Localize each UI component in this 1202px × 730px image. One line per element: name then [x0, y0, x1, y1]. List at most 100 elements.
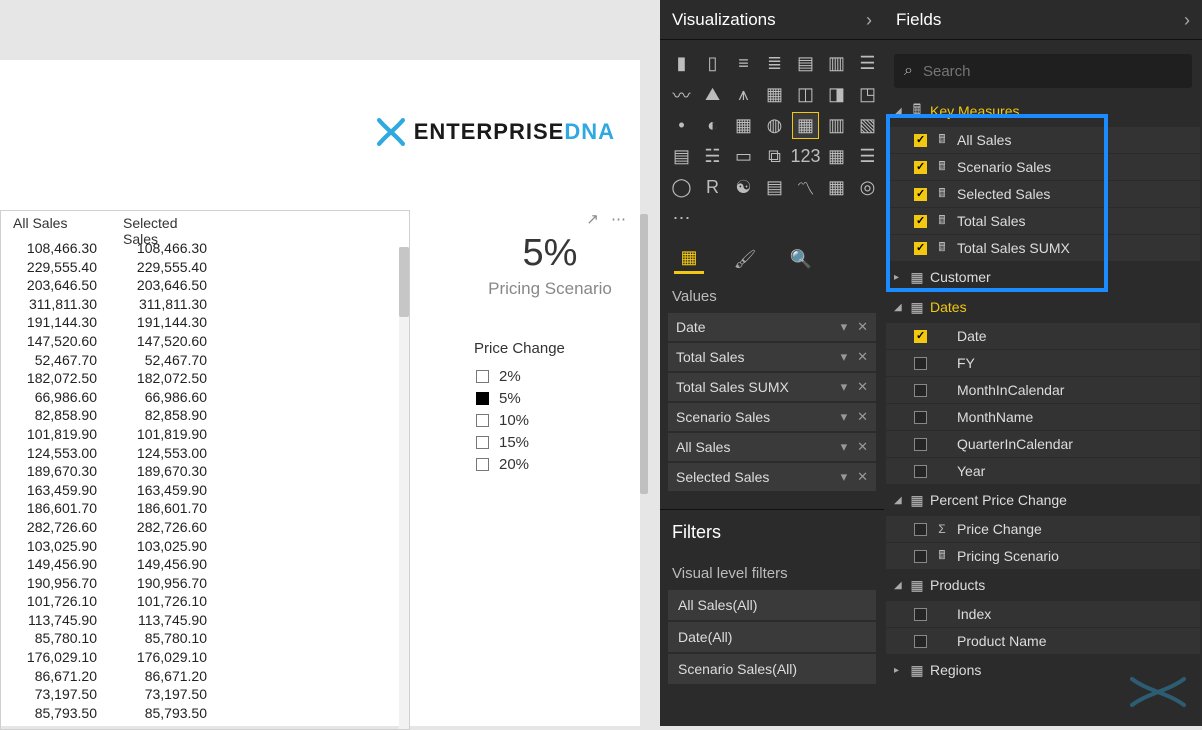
- checkbox[interactable]: [914, 215, 927, 228]
- checkbox-icon[interactable]: [476, 392, 489, 405]
- visual-type-icon[interactable]: 〰: [668, 81, 695, 108]
- remove-icon[interactable]: ✕: [857, 469, 868, 485]
- table-row[interactable]: 66,986.6066,986.60: [1, 388, 409, 407]
- remove-icon[interactable]: ✕: [857, 439, 868, 455]
- table-row[interactable]: 101,819.90101,819.90: [1, 425, 409, 444]
- table-row[interactable]: 229,555.40229,555.40: [1, 258, 409, 277]
- field-item[interactable]: Year: [886, 458, 1200, 484]
- visual-type-icon[interactable]: ◨: [823, 81, 850, 108]
- table-row[interactable]: 103,025.90103,025.90: [1, 537, 409, 556]
- slicer-option[interactable]: 10%: [474, 409, 644, 431]
- table-row[interactable]: 101,726.10101,726.10: [1, 592, 409, 611]
- visual-type-icon[interactable]: ▮: [668, 50, 695, 77]
- visual-type-icon[interactable]: ▤: [761, 174, 788, 201]
- field-item[interactable]: MonthName: [886, 404, 1200, 430]
- field-item[interactable]: Index: [886, 601, 1200, 627]
- field-item[interactable]: 🖩Scenario Sales: [886, 154, 1200, 180]
- field-group-header[interactable]: ◢▦Products: [884, 570, 1202, 600]
- visual-type-icon[interactable]: ◫: [792, 81, 819, 108]
- checkbox-icon[interactable]: [476, 436, 489, 449]
- checkbox[interactable]: [914, 550, 927, 563]
- table-row[interactable]: 85,793.5085,793.50: [1, 704, 409, 723]
- checkbox[interactable]: [914, 357, 927, 370]
- visual-type-icon[interactable]: ◍: [761, 112, 788, 139]
- chevron-down-icon[interactable]: ▾: [841, 439, 848, 455]
- field-group-header[interactable]: ◢▦Percent Price Change: [884, 485, 1202, 515]
- chevron-down-icon[interactable]: ▾: [841, 469, 848, 485]
- checkbox[interactable]: [914, 635, 927, 648]
- table-row[interactable]: 189,670.30189,670.30: [1, 462, 409, 481]
- field-group-header[interactable]: ◢▦Dates: [884, 292, 1202, 322]
- field-item[interactable]: 🖩All Sales: [886, 127, 1200, 153]
- visual-type-icon[interactable]: ☵: [699, 143, 726, 170]
- fields-header[interactable]: Fields ›: [884, 0, 1202, 40]
- table-row[interactable]: 149,456.90149,456.90: [1, 555, 409, 574]
- visual-type-icon[interactable]: ◎: [854, 174, 881, 201]
- table-row[interactable]: 311,811.30311,811.30: [1, 295, 409, 314]
- fields-tab-icon[interactable]: ▦: [674, 244, 704, 274]
- visual-type-icon[interactable]: ▤: [668, 143, 695, 170]
- table-row[interactable]: 113,745.90113,745.90: [1, 611, 409, 630]
- slicer-option[interactable]: 5%: [474, 387, 644, 409]
- field-item[interactable]: MonthInCalendar: [886, 377, 1200, 403]
- field-well[interactable]: Selected Sales▾✕: [668, 463, 876, 491]
- visual-type-icon[interactable]: ⧉: [761, 143, 788, 170]
- visual-type-icon[interactable]: ≣: [761, 50, 788, 77]
- table-row[interactable]: 86,671.2086,671.20: [1, 667, 409, 686]
- visual-type-icon[interactable]: ☰: [854, 50, 881, 77]
- remove-icon[interactable]: ✕: [857, 319, 868, 335]
- checkbox[interactable]: [914, 411, 927, 424]
- chevron-down-icon[interactable]: ▾: [841, 379, 848, 395]
- field-item[interactable]: 🖩Pricing Scenario: [886, 543, 1200, 569]
- table-row[interactable]: 124,553.00124,553.00: [1, 444, 409, 463]
- remove-icon[interactable]: ✕: [857, 379, 868, 395]
- checkbox-icon[interactable]: [476, 414, 489, 427]
- visual-type-icon[interactable]: 123: [792, 143, 819, 170]
- slicer-option[interactable]: 2%: [474, 365, 644, 387]
- field-group-header[interactable]: ◢🖩Key Measures: [884, 96, 1202, 126]
- filter-item[interactable]: Date(All): [668, 622, 876, 652]
- field-item[interactable]: 🖩Total Sales: [886, 208, 1200, 234]
- field-item[interactable]: Product Name: [886, 628, 1200, 654]
- table-row[interactable]: 203,646.50203,646.50: [1, 276, 409, 295]
- analytics-tab-icon[interactable]: 🔍: [786, 244, 816, 274]
- chevron-right-icon[interactable]: ›: [1184, 0, 1190, 40]
- field-well[interactable]: Date▾✕: [668, 313, 876, 341]
- checkbox-icon[interactable]: [476, 370, 489, 383]
- visual-type-icon[interactable]: ☯: [730, 174, 757, 201]
- visualizations-header[interactable]: Visualizations ›: [660, 0, 884, 40]
- visual-type-icon[interactable]: ▤: [792, 50, 819, 77]
- visual-header-icons[interactable]: ↗ ⋯: [586, 210, 630, 228]
- table-row[interactable]: 82,858.9082,858.90: [1, 406, 409, 425]
- table-row[interactable]: 163,459.90163,459.90: [1, 481, 409, 500]
- field-item[interactable]: Date: [886, 323, 1200, 349]
- visual-type-icon[interactable]: ▥: [823, 112, 850, 139]
- table-row[interactable]: 73,197.5073,197.50: [1, 685, 409, 704]
- field-well[interactable]: Total Sales▾✕: [668, 343, 876, 371]
- checkbox[interactable]: [914, 330, 927, 343]
- chevron-down-icon[interactable]: ▾: [841, 409, 848, 425]
- field-item[interactable]: FY: [886, 350, 1200, 376]
- field-item[interactable]: 🖩Total Sales SUMX: [886, 235, 1200, 261]
- expand-icon[interactable]: ▸: [894, 665, 904, 676]
- field-well[interactable]: Scenario Sales▾✕: [668, 403, 876, 431]
- table-row[interactable]: 108,466.30108,466.30: [1, 239, 409, 258]
- checkbox[interactable]: [914, 523, 927, 536]
- visual-type-icon[interactable]: 〽: [792, 174, 819, 201]
- checkbox[interactable]: [914, 188, 927, 201]
- visual-type-icon[interactable]: ▦: [792, 112, 819, 139]
- field-item[interactable]: QuarterInCalendar: [886, 431, 1200, 457]
- table-scrollbar[interactable]: [399, 247, 409, 729]
- table-row[interactable]: 85,780.1085,780.10: [1, 629, 409, 648]
- checkbox[interactable]: [914, 161, 927, 174]
- visual-type-icon[interactable]: ⋯: [668, 205, 695, 232]
- visual-type-icon[interactable]: ▭: [730, 143, 757, 170]
- remove-icon[interactable]: ✕: [857, 349, 868, 365]
- expand-icon[interactable]: ◢: [894, 106, 904, 117]
- visual-type-icon[interactable]: ▧: [854, 112, 881, 139]
- visual-type-icon[interactable]: ▦: [761, 81, 788, 108]
- slicer-option[interactable]: 20%: [474, 453, 644, 475]
- checkbox[interactable]: [914, 465, 927, 478]
- expand-icon[interactable]: ◢: [894, 302, 904, 313]
- checkbox[interactable]: [914, 134, 927, 147]
